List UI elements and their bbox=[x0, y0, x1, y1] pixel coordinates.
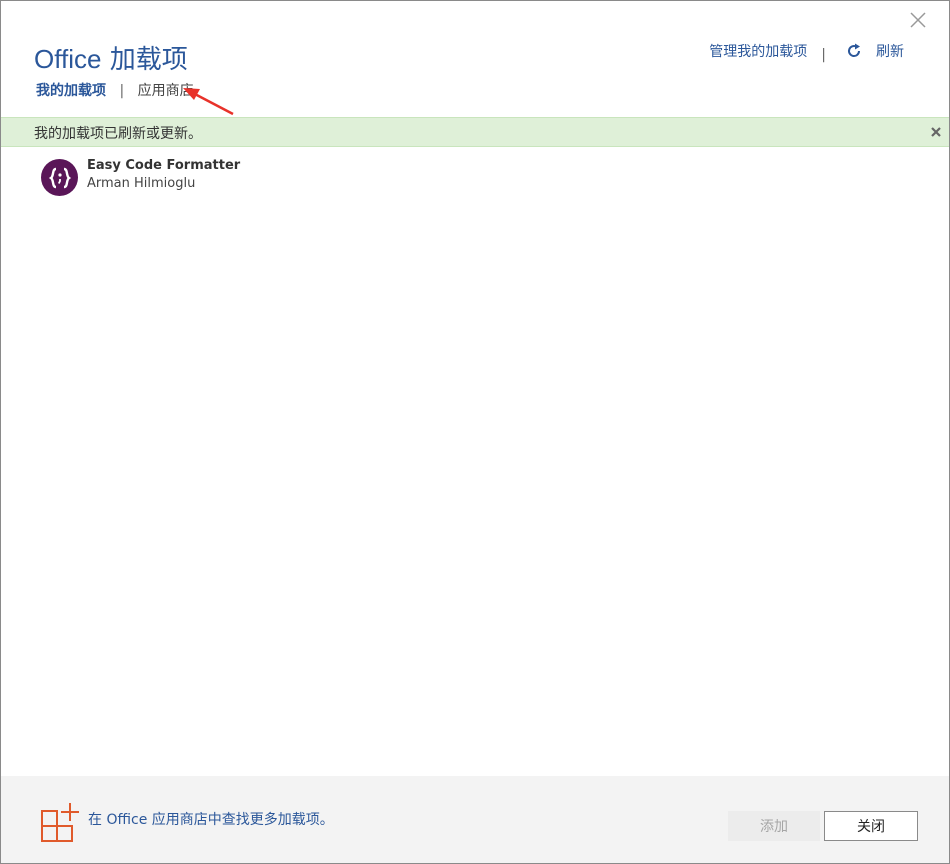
notification-close-icon[interactable] bbox=[929, 125, 943, 143]
dialog-close-icon[interactable] bbox=[907, 9, 929, 31]
annotation-arrow-icon bbox=[183, 88, 234, 116]
store-link[interactable]: 在 Office 应用商店中查找更多加载项。 bbox=[88, 809, 334, 829]
title-addins: 加载项 bbox=[109, 45, 188, 75]
dialog-footer: 在 Office 应用商店中查找更多加载项。 添加 关闭 bbox=[1, 776, 949, 863]
office-addins-dialog: Office 加载项 我的加载项 | 应用商店 管理我的加载项 | 刷新 我的加… bbox=[0, 0, 950, 864]
header-separator: | bbox=[821, 47, 826, 63]
dialog-title: Office 加载项 bbox=[34, 39, 188, 76]
tab-my-addins[interactable]: 我的加载项 bbox=[36, 83, 106, 99]
add-grid-icon bbox=[41, 803, 79, 842]
refresh-button[interactable]: 刷新 bbox=[846, 41, 904, 61]
addin-text: Easy Code Formatter Arman Hilmioglu bbox=[87, 157, 240, 191]
manage-addins-link[interactable]: 管理我的加载项 bbox=[709, 41, 807, 61]
title-office: Office bbox=[34, 44, 102, 74]
tab-separator: | bbox=[119, 83, 125, 99]
refresh-label: 刷新 bbox=[876, 44, 904, 60]
add-button[interactable]: 添加 bbox=[728, 811, 820, 841]
refresh-icon bbox=[848, 43, 861, 57]
addin-author: Arman Hilmioglu bbox=[87, 176, 196, 191]
notification-message: 我的加载项已刷新或更新。 bbox=[34, 126, 202, 142]
close-button[interactable]: 关闭 bbox=[824, 811, 918, 841]
code-braces-icon bbox=[41, 159, 78, 196]
header-actions: 管理我的加载项 | 刷新 bbox=[709, 41, 904, 63]
notification-bar: 我的加载项已刷新或更新。 bbox=[1, 117, 949, 147]
addin-name: Easy Code Formatter bbox=[87, 158, 241, 173]
addin-item[interactable]: Easy Code Formatter Arman Hilmioglu bbox=[41, 157, 240, 196]
tab-bar: 我的加载项 | 应用商店 bbox=[36, 80, 194, 100]
